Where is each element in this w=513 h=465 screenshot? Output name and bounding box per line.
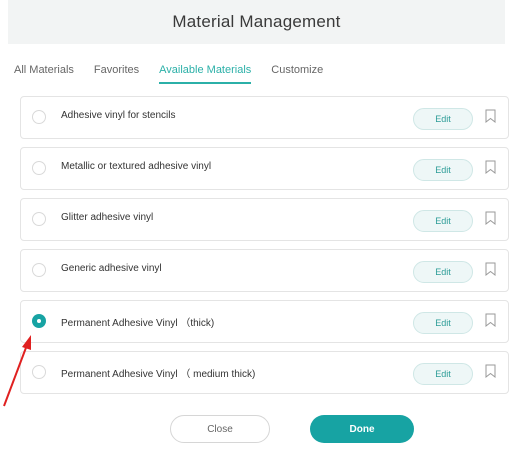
done-button[interactable]: Done <box>310 415 414 443</box>
material-row-selected[interactable]: Permanent Adhesive Vinyl （thick) Edit <box>20 300 509 343</box>
material-row[interactable]: Metallic or textured adhesive vinyl Edit <box>20 147 509 190</box>
edit-button[interactable]: Edit <box>413 363 473 385</box>
edit-button[interactable]: Edit <box>413 210 473 232</box>
tab-favorites[interactable]: Favorites <box>94 64 139 84</box>
edit-button[interactable]: Edit <box>413 159 473 181</box>
radio-button[interactable] <box>32 110 46 124</box>
material-list[interactable]: Adhesive vinyl for stencils Edit Metalli… <box>20 96 509 396</box>
radio-button[interactable] <box>32 161 46 175</box>
bookmark-icon[interactable] <box>485 262 496 276</box>
material-label: Adhesive vinyl for stencils <box>61 110 176 121</box>
radio-button[interactable] <box>32 263 46 277</box>
material-label: Permanent Adhesive Vinyl （ medium thick) <box>61 369 256 380</box>
bookmark-icon[interactable] <box>485 364 496 378</box>
material-management-dialog: Material Management All Materials Favori… <box>0 0 513 465</box>
radio-button-selected[interactable] <box>32 314 46 328</box>
tab-bar: All Materials Favorites Available Materi… <box>14 64 323 84</box>
edit-button[interactable]: Edit <box>413 108 473 130</box>
bookmark-icon[interactable] <box>485 313 496 327</box>
material-label: Permanent Adhesive Vinyl （thick) <box>61 318 215 329</box>
close-button[interactable]: Close <box>170 415 270 443</box>
edit-button[interactable]: Edit <box>413 261 473 283</box>
edit-button[interactable]: Edit <box>413 312 473 334</box>
tab-all-materials[interactable]: All Materials <box>14 64 74 84</box>
material-row[interactable]: Generic adhesive vinyl Edit <box>20 249 509 292</box>
tab-available-materials[interactable]: Available Materials <box>159 64 252 84</box>
material-row[interactable]: Adhesive vinyl for stencils Edit <box>20 96 509 139</box>
material-label: Glitter adhesive vinyl <box>61 212 154 223</box>
bookmark-icon[interactable] <box>485 211 496 225</box>
dialog-title: Material Management <box>8 0 505 44</box>
bookmark-icon[interactable] <box>485 160 496 174</box>
radio-button[interactable] <box>32 212 46 226</box>
material-label: Generic adhesive vinyl <box>61 263 162 274</box>
material-row[interactable]: Permanent Adhesive Vinyl （ medium thick)… <box>20 351 509 394</box>
annotation-arrow <box>3 335 31 407</box>
material-label: Metallic or textured adhesive vinyl <box>61 161 212 172</box>
material-row[interactable]: Glitter adhesive vinyl Edit <box>20 198 509 241</box>
bookmark-icon[interactable] <box>485 109 496 123</box>
tab-customize[interactable]: Customize <box>271 64 323 84</box>
